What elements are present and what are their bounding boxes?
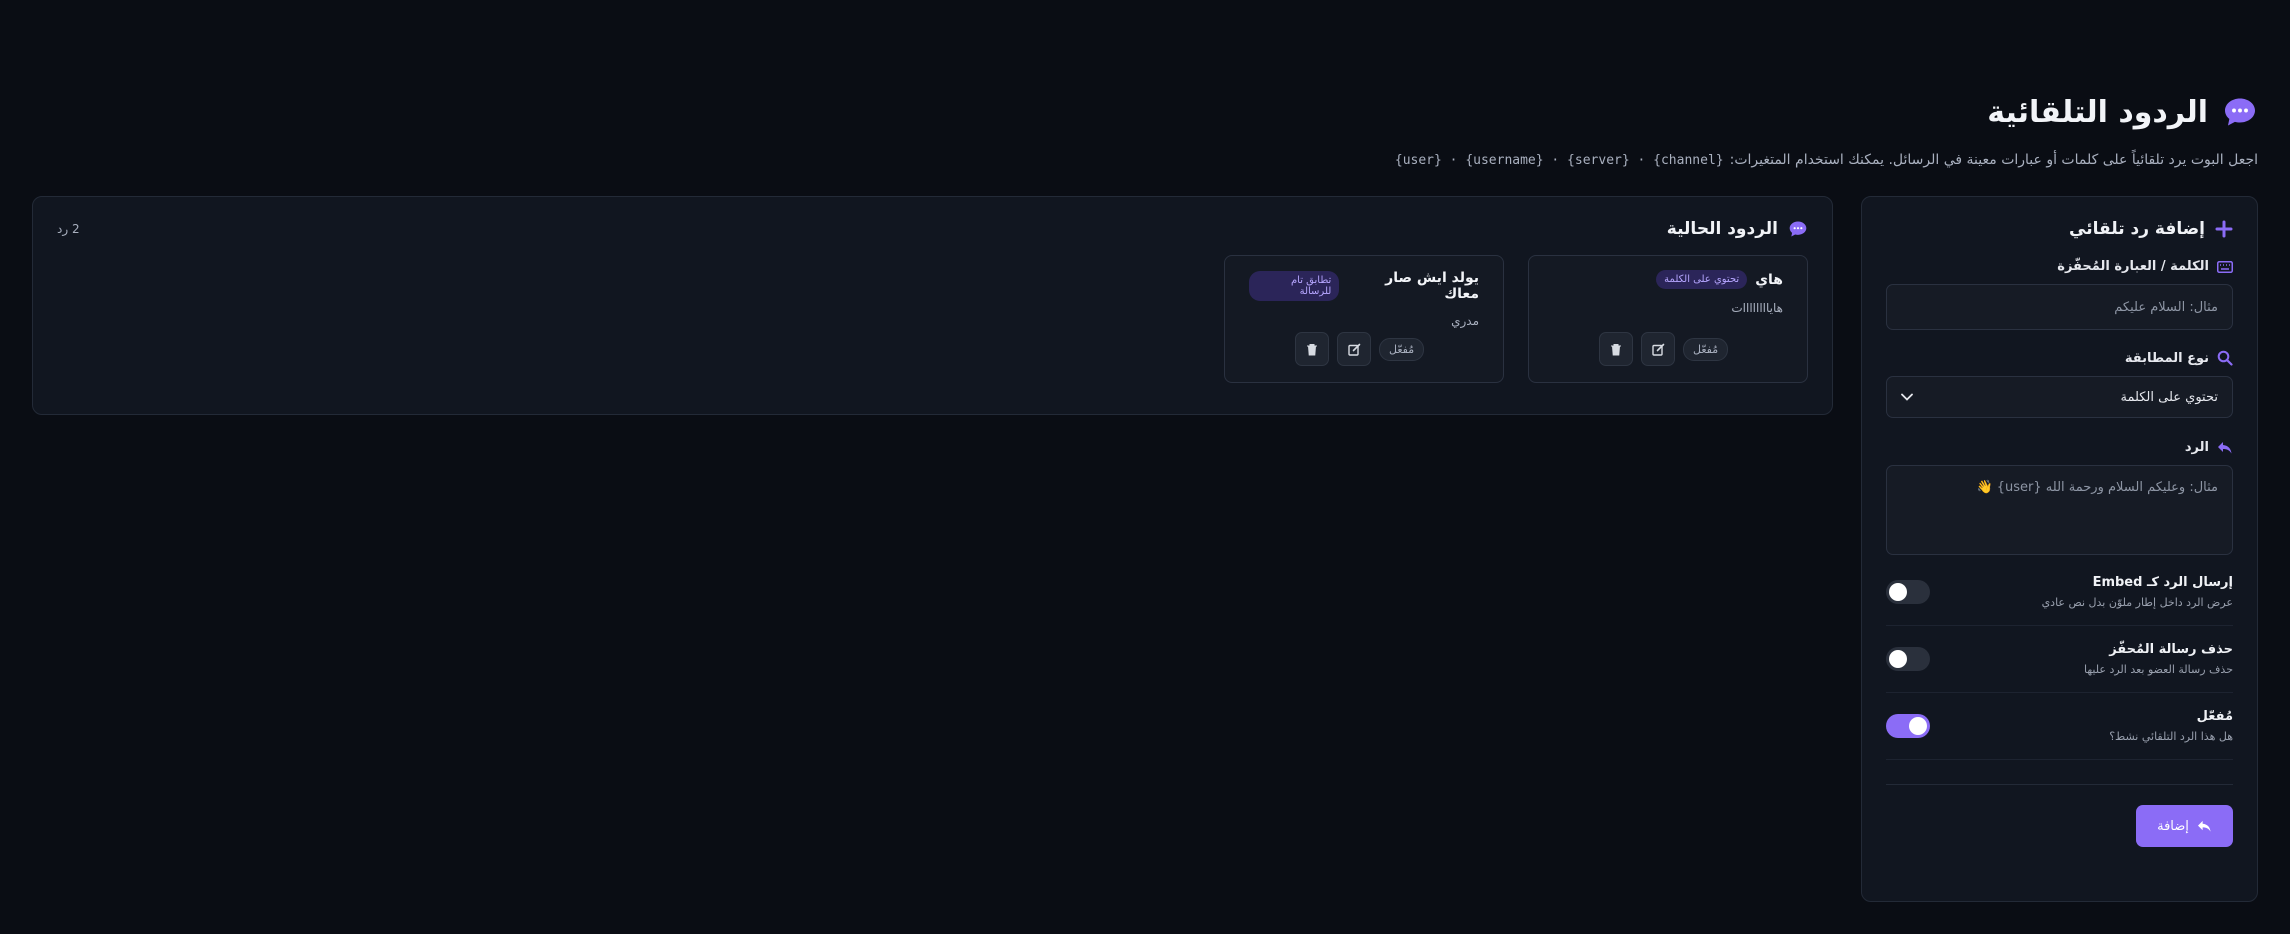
- status-badge: مُفعّل: [1683, 337, 1729, 361]
- replies-count: 2 رد: [57, 222, 80, 236]
- title-row: الردود التلقائية: [28, 94, 2258, 130]
- reply-head: هاي تحتوي على الكلمة: [1553, 270, 1783, 289]
- current-replies-title: الردود الحالية: [1667, 219, 1808, 239]
- edit-button[interactable]: [1337, 332, 1371, 366]
- trigger-label-text: الكلمة / العبارة المُحفّزة: [2057, 259, 2209, 274]
- delete-button[interactable]: [1295, 332, 1329, 366]
- toggle-knob: [1889, 650, 1907, 668]
- page-title: الردود التلقائية: [1987, 94, 2208, 130]
- reply-actions: مُفعّل: [1295, 332, 1425, 366]
- reply-icon: [2217, 441, 2233, 455]
- list-item: هاي تحتوي على الكلمة هاياااااااات مُفعّل: [1528, 255, 1808, 383]
- match-type-label: نوع المطابقة: [1886, 350, 2233, 366]
- match-type-value: تحتوي على الكلمة: [2120, 389, 2218, 405]
- current-replies-card: الردود الحالية 2 رد هاي تحتوي على الكلمة…: [32, 196, 1833, 415]
- embed-toggle-text: إرسال الرد كـ Embed عرض الرد داخل إطار م…: [2042, 575, 2233, 609]
- match-type-label-text: نوع المطابقة: [2124, 350, 2209, 366]
- match-type-badge: تحتوي على الكلمة: [1656, 270, 1748, 289]
- toggle-knob: [1909, 717, 1927, 735]
- add-reply-card: إضافة رد تلقائي الكلمة / العبارة المُحفّ…: [1861, 196, 2258, 902]
- list-header: الردود الحالية 2 رد: [57, 219, 1808, 239]
- trash-icon: [1306, 343, 1318, 356]
- embed-toggle-row: إرسال الرد كـ Embed عرض الرد داخل إطار م…: [1886, 559, 2233, 626]
- reply-response: هاياااااااات: [1731, 301, 1783, 315]
- add-button[interactable]: إضافة: [2136, 805, 2233, 847]
- chat-bubble-icon: [1788, 219, 1808, 239]
- reply-icon: [2197, 820, 2212, 833]
- enabled-toggle-title: مُفعّل: [2196, 709, 2233, 724]
- delete-trigger-toggle-desc: حذف رسالة العضو بعد الرد عليها: [2084, 663, 2233, 676]
- form-divider: [1886, 784, 2233, 785]
- edit-icon: [1651, 343, 1665, 356]
- search-icon: [2217, 350, 2233, 366]
- delete-trigger-toggle[interactable]: [1886, 647, 1930, 671]
- response-label: الرد: [1886, 440, 2233, 455]
- replies-list: هاي تحتوي على الكلمة هاياااااااات مُفعّل…: [57, 255, 1808, 383]
- reply-keyword: يولد ايش صار معاك: [1385, 270, 1479, 302]
- match-type-badge: تطابق تام للرسالة: [1249, 271, 1340, 301]
- embed-toggle[interactable]: [1886, 580, 1930, 604]
- current-replies-title-text: الردود الحالية: [1666, 219, 1778, 239]
- description-text: اجعل البوت يرد تلقائياً على كلمات أو عبا…: [1729, 152, 2258, 168]
- chevron-down-icon: [1901, 393, 1913, 401]
- embed-toggle-title: إرسال الرد كـ Embed: [2092, 575, 2233, 590]
- delete-trigger-toggle-text: حذف رسالة المُحفّز حذف رسالة العضو بعد ا…: [2084, 642, 2233, 676]
- trash-icon: [1610, 343, 1622, 356]
- delete-button[interactable]: [1599, 332, 1633, 366]
- reply-keyword: هاي: [1755, 271, 1783, 288]
- edit-icon: [1347, 343, 1361, 356]
- page-header: الردود التلقائية اجعل البوت يرد تلقائياً…: [28, 94, 2258, 169]
- response-label-text: الرد: [2184, 440, 2209, 455]
- reply-response: مدري: [1451, 314, 1479, 328]
- add-reply-title-text: إضافة رد تلقائي: [2069, 219, 2205, 239]
- response-textarea[interactable]: [1886, 465, 2233, 555]
- page-description: اجعل البوت يرد تلقائياً على كلمات أو عبا…: [28, 152, 2258, 168]
- embed-toggle-desc: عرض الرد داخل إطار ملوّن بدل نص عادي: [2041, 596, 2233, 609]
- status-badge: مُفعّل: [1379, 337, 1425, 361]
- toggle-knob: [1889, 583, 1907, 601]
- enabled-toggle-desc: هل هذا الرد التلقائي نشط؟: [2109, 730, 2233, 743]
- enabled-toggle-text: مُفعّل هل هذا الرد التلقائي نشط؟: [2109, 709, 2233, 743]
- trigger-label: الكلمة / العبارة المُحفّزة: [1886, 259, 2233, 274]
- enabled-toggle-row: مُفعّل هل هذا الرد التلقائي نشط؟: [1886, 693, 2233, 760]
- chat-bubble-icon: [2222, 94, 2258, 130]
- reply-head: يولد ايش صار معاك تطابق تام للرسالة: [1249, 270, 1479, 302]
- reply-actions: مُفعّل: [1599, 332, 1729, 366]
- match-type-select[interactable]: تحتوي على الكلمة: [1886, 376, 2233, 418]
- plus-icon: [2215, 220, 2233, 238]
- trigger-input[interactable]: [1886, 284, 2233, 330]
- add-reply-title: إضافة رد تلقائي: [1886, 219, 2233, 239]
- keyboard-icon: [2217, 260, 2233, 273]
- delete-trigger-toggle-row: حذف رسالة المُحفّز حذف رسالة العضو بعد ا…: [1886, 626, 2233, 693]
- delete-trigger-toggle-title: حذف رسالة المُحفّز: [2109, 642, 2233, 657]
- list-item: يولد ايش صار معاك تطابق تام للرسالة مدري: [1224, 255, 1504, 383]
- page: الردود التلقائية اجعل البوت يرد تلقائياً…: [0, 0, 2290, 934]
- variables-list: {user} · {username} · {server} · {channe…: [1394, 153, 1724, 168]
- enabled-toggle[interactable]: [1886, 714, 1930, 738]
- edit-button[interactable]: [1641, 332, 1675, 366]
- add-button-label: إضافة: [2157, 818, 2189, 834]
